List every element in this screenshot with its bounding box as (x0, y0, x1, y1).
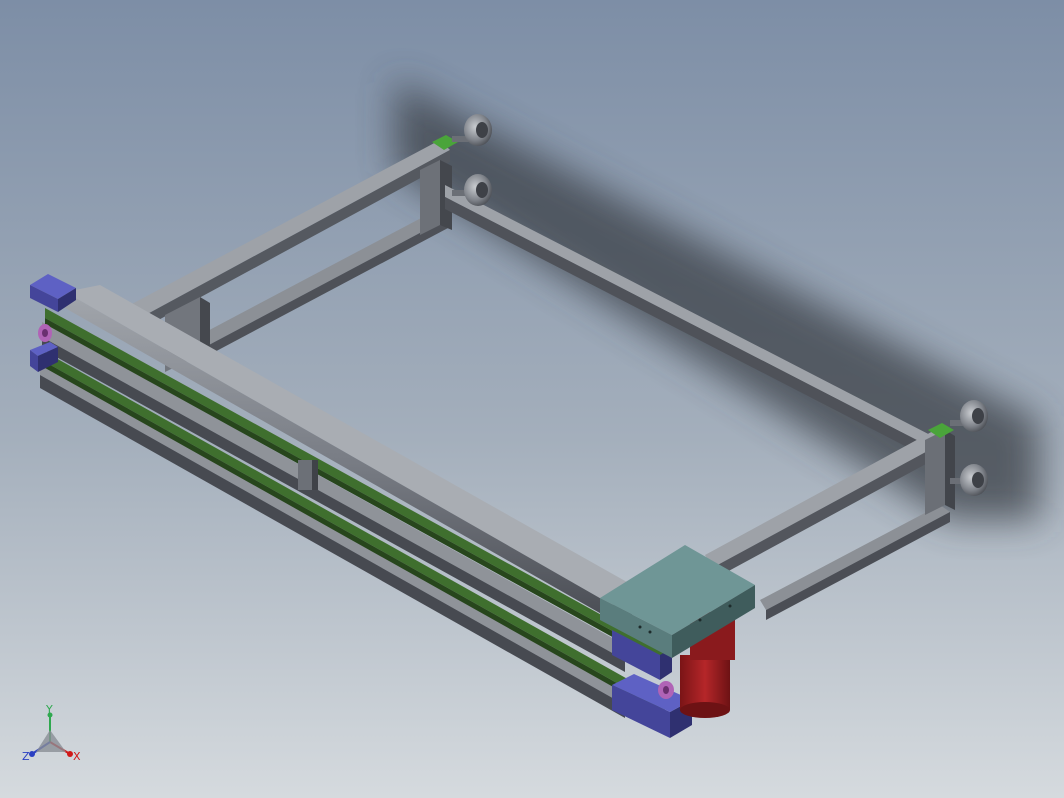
viewport-canvas[interactable]: Y X Z (0, 0, 1064, 798)
pulley-right (658, 681, 674, 699)
pulley-left (38, 324, 52, 342)
triad-x-label: X (73, 750, 81, 763)
triad-z-label: Z (22, 750, 30, 763)
triad-z-tip (29, 751, 35, 757)
3d-viewport[interactable]: Y X Z (0, 0, 1064, 798)
post-right (925, 430, 955, 515)
triad-y-label: Y (45, 703, 53, 716)
center-support (298, 460, 318, 490)
